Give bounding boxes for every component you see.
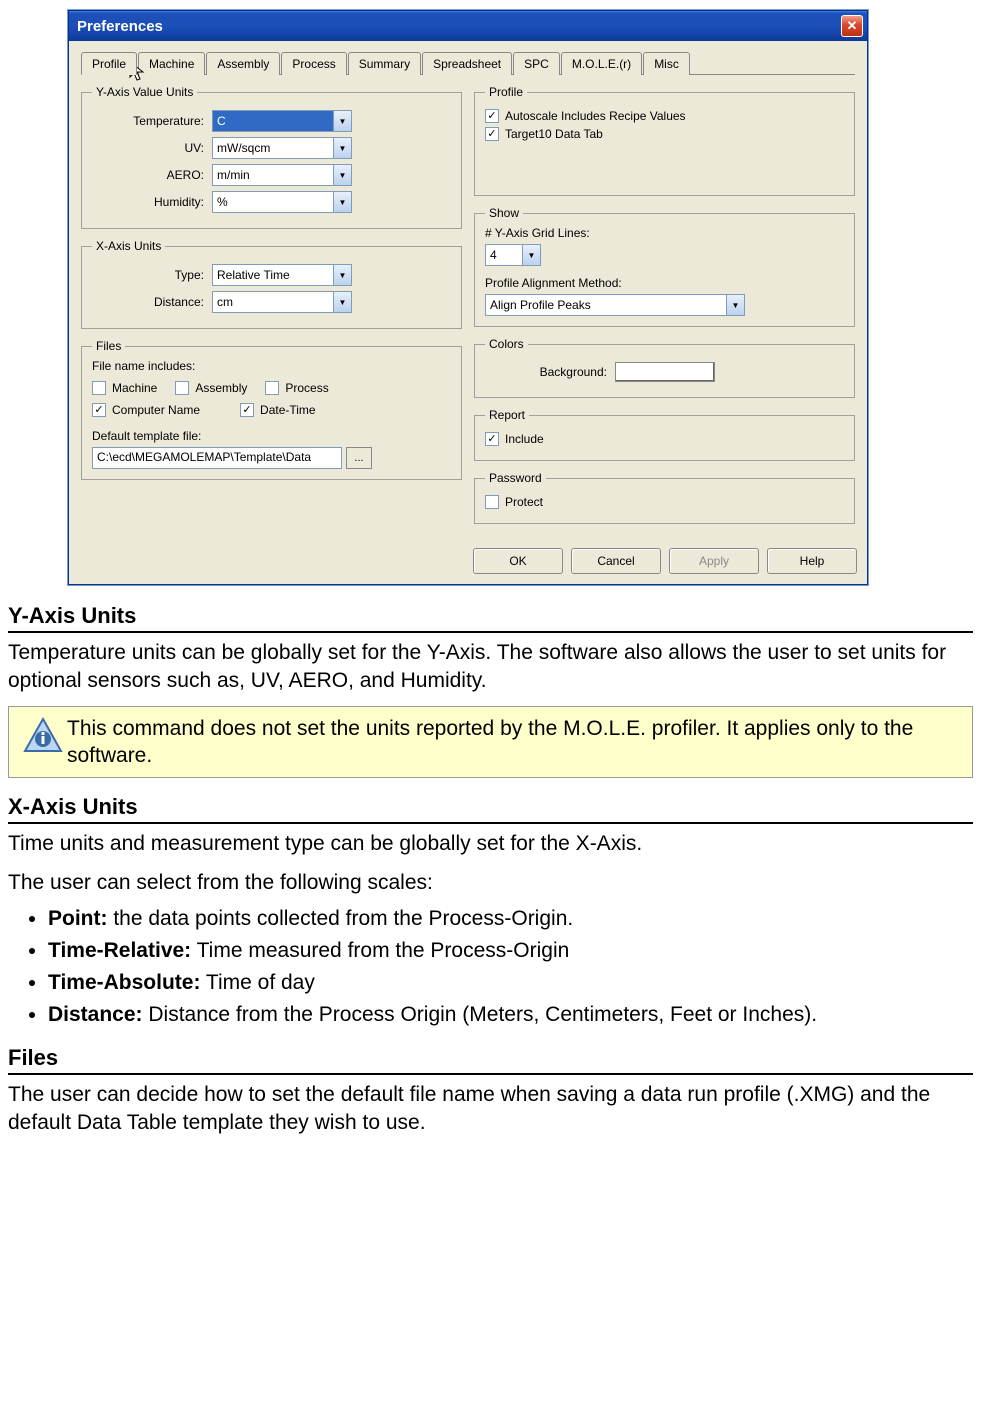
label-aero: AERO: [92,168,212,182]
info-note-text: This command does not set the units repo… [67,715,962,770]
chevron-down-icon: ▼ [333,292,351,312]
label-filename-includes: File name includes: [92,359,451,373]
group-yaxis-units: Y-Axis Value Units Temperature: C ▼ UV: … [81,85,462,229]
chevron-down-icon: ▼ [333,138,351,158]
group-password: Password Protect [474,471,855,524]
dropdown-distance-value: cm [213,295,333,309]
tab-assembly[interactable]: Assembly [206,52,280,75]
tab-machine[interactable]: Machine [138,52,205,75]
tab-process[interactable]: Process [281,52,346,75]
checkbox-computer-name[interactable]: Computer Name [92,403,200,417]
dropdown-distance[interactable]: cm ▼ [212,291,352,313]
group-password-title: Password [485,471,546,485]
group-colors: Colors Background: [474,337,855,398]
group-xaxis-units: X-Axis Units Type: Relative Time ▼ Dista… [81,239,462,329]
label-background: Background: [485,365,615,379]
para-xaxis-1: Time units and measurement type can be g… [8,830,973,858]
cancel-button[interactable]: Cancel [571,548,661,574]
dropdown-aero[interactable]: m/min ▼ [212,164,352,186]
group-yaxis-title: Y-Axis Value Units [92,85,197,99]
checkbox-report-include[interactable]: Include [485,432,844,446]
group-profile-opts: Profile Autoscale Includes Recipe Values… [474,85,855,196]
list-item: Point: the data points collected from th… [48,907,973,931]
label-alignment: Profile Alignment Method: [485,276,844,290]
group-show: Show # Y-Axis Grid Lines: 4 ▼ Profile Al… [474,206,855,327]
tab-profile[interactable]: Profile [81,52,137,75]
dropdown-type[interactable]: Relative Time ▼ [212,264,352,286]
group-xaxis-title: X-Axis Units [92,239,165,253]
dropdown-alignment[interactable]: Align Profile Peaks ▼ [485,294,745,316]
group-files-title: Files [92,339,125,353]
group-colors-title: Colors [485,337,528,351]
para-files: The user can decide how to set the defau… [8,1081,973,1138]
dropdown-uv-value: mW/sqcm [213,141,333,155]
chevron-down-icon: ▼ [522,245,540,265]
label-distance: Distance: [92,295,212,309]
heading-files: Files [8,1045,973,1075]
browse-button[interactable]: ... [346,447,372,469]
group-files: Files File name includes: Machine Assemb… [81,339,462,480]
group-report: Report Include [474,408,855,461]
dropdown-aero-value: m/min [213,168,333,182]
group-profile-title: Profile [485,85,527,99]
info-note: This command does not set the units repo… [8,706,973,779]
dropdown-type-value: Relative Time [213,268,333,282]
checkbox-process[interactable]: Process [265,381,328,395]
dropdown-temperature[interactable]: C ▼ [212,110,352,132]
list-item: Distance: Distance from the Process Orig… [48,1003,973,1027]
group-report-title: Report [485,408,529,422]
chevron-down-icon: ▼ [333,265,351,285]
dropdown-uv[interactable]: mW/sqcm ▼ [212,137,352,159]
close-icon: ✕ [847,18,858,34]
tab-bar: Profile Machine Assembly Process Summary… [81,51,855,75]
tab-spreadsheet[interactable]: Spreadsheet [422,52,512,75]
dropdown-alignment-value: Align Profile Peaks [486,298,726,312]
input-default-template[interactable]: C:\ecd\MEGAMOLEMAP\Template\Data [92,447,342,469]
label-type: Type: [92,268,212,282]
heading-xaxis: X-Axis Units [8,794,973,824]
checkbox-protect[interactable]: Protect [485,495,844,509]
checkbox-autoscale[interactable]: Autoscale Includes Recipe Values [485,109,844,123]
dropdown-humidity-value: % [213,195,333,209]
chevron-down-icon: ▼ [333,165,351,185]
list-item: Time-Absolute: Time of day [48,971,973,995]
tab-mole[interactable]: M.O.L.E.(r) [561,52,642,75]
apply-button[interactable]: Apply [669,548,759,574]
window-title: Preferences [77,18,163,35]
checkbox-machine[interactable]: Machine [92,381,157,395]
chevron-down-icon: ▼ [333,192,351,212]
label-default-template: Default template file: [92,429,451,443]
para-xaxis-2: The user can select from the following s… [8,869,973,897]
checkbox-assembly[interactable]: Assembly [175,381,247,395]
tab-spc[interactable]: SPC [513,52,560,75]
tab-misc[interactable]: Misc [643,52,690,75]
dropdown-gridlines-value: 4 [486,248,522,262]
scales-list: Point: the data points collected from th… [48,907,973,1027]
preferences-dialog: Preferences ✕ Profile Machine Assembly P… [68,10,868,585]
para-yaxis: Temperature units can be globally set fo… [8,639,973,696]
chevron-down-icon: ▼ [333,111,351,131]
button-bar: OK Cancel Apply Help [69,542,867,584]
color-swatch-background[interactable] [615,362,715,382]
close-button[interactable]: ✕ [841,15,863,37]
ok-button[interactable]: OK [473,548,563,574]
titlebar: Preferences ✕ [69,11,867,41]
help-button[interactable]: Help [767,548,857,574]
dropdown-temperature-value: C [213,114,333,128]
heading-yaxis: Y-Axis Units [8,603,973,633]
list-item: Time-Relative: Time measured from the Pr… [48,939,973,963]
dropdown-humidity[interactable]: % ▼ [212,191,352,213]
dropdown-gridlines[interactable]: 4 ▼ [485,244,541,266]
label-temperature: Temperature: [92,114,212,128]
label-gridlines: # Y-Axis Grid Lines: [485,226,844,240]
label-uv: UV: [92,141,212,155]
document-content: Y-Axis Units Temperature units can be gl… [8,603,973,1138]
label-humidity: Humidity: [92,195,212,209]
info-icon [19,715,67,770]
tab-summary[interactable]: Summary [348,52,421,75]
chevron-down-icon: ▼ [726,295,744,315]
group-show-title: Show [485,206,523,220]
checkbox-target10[interactable]: Target10 Data Tab [485,127,844,141]
checkbox-date-time[interactable]: Date-Time [240,403,316,417]
